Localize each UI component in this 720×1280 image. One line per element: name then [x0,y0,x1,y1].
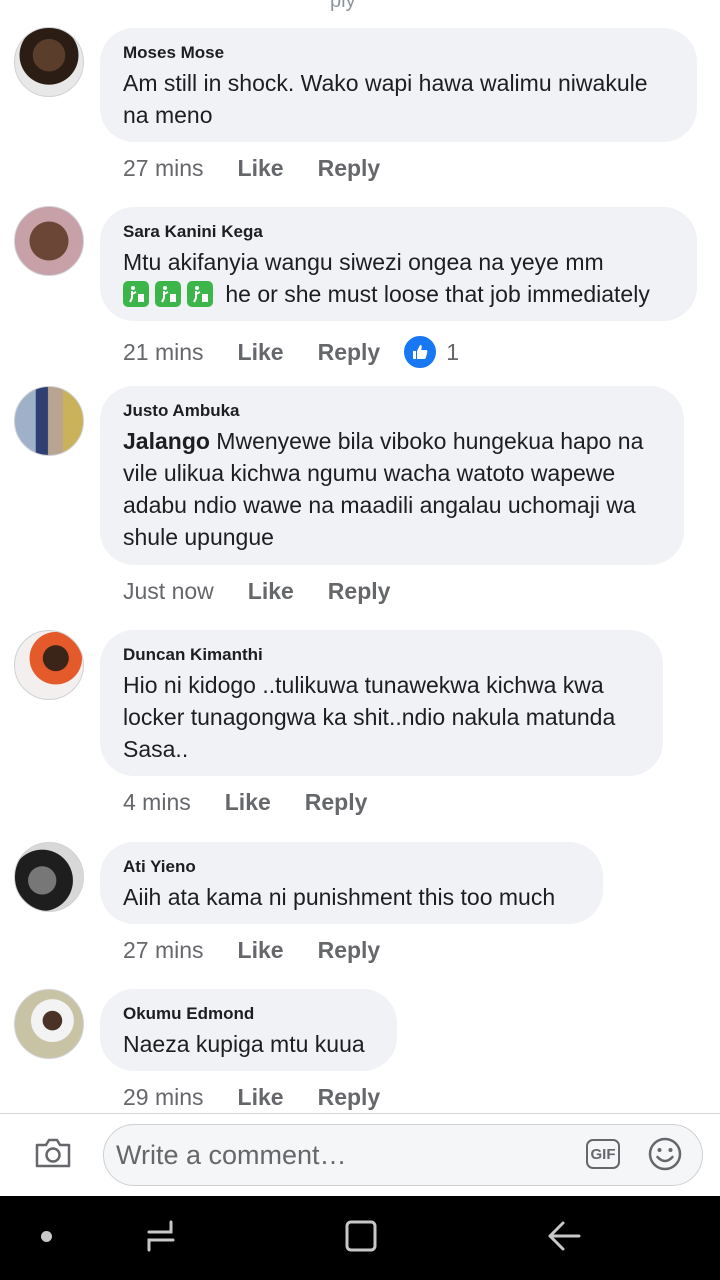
comment-time[interactable]: 27 mins [123,155,204,182]
commenter-name[interactable]: Duncan Kimanthi [123,644,641,666]
thumbs-up-icon [402,334,439,370]
reaction-count: 1 [446,338,460,365]
comment-time[interactable]: Just now [123,578,214,605]
like-button[interactable]: Like [238,937,284,964]
comment-bubble[interactable]: Moses Mose Am still in shock. Wako wapi … [100,28,697,142]
system-navigation-bar [0,1196,720,1280]
comment-actions: Just now Like Reply [123,578,390,605]
commenter-name[interactable]: Justo Ambuka [123,400,662,422]
avatar[interactable] [14,206,84,276]
smiley-icon[interactable] [647,1136,683,1177]
comment-actions: 29 mins Like Reply [123,1084,380,1111]
litter-in-bin-icon [187,281,213,307]
litter-in-bin-icon [155,281,181,307]
commenter-name[interactable]: Sara Kanini Kega [123,221,675,243]
commenter-name[interactable]: Moses Mose [123,42,675,64]
home-icon[interactable] [345,1218,377,1259]
like-button[interactable]: Like [238,1084,284,1111]
avatar[interactable] [14,630,84,700]
comment-text-rest: he or she must loose that job immediatel… [225,281,650,307]
back-arrow-icon[interactable] [547,1220,581,1257]
avatar[interactable] [14,386,84,456]
comment-text: Hio ni kidogo ..tulikuwa tunawekwa kichw… [123,672,616,762]
commenter-name[interactable]: Okumu Edmond [123,1003,375,1025]
avatar[interactable] [14,842,84,912]
commenter-name[interactable]: Ati Yieno [123,856,581,878]
litter-in-bin-icon [123,281,149,307]
comment-text: Am still in shock. Wako wapi hawa walimu… [123,70,648,128]
comment-input[interactable]: Write a comment… GIF [103,1124,703,1186]
comment-bubble[interactable]: Sara Kanini Kega Mtu akifanyia wangu siw… [100,207,697,321]
comment-text: Aiih ata kama ni punishment this too muc… [123,884,556,910]
comment-text: Mtu akifanyia wangu siwezi ongea na yeye… [123,246,675,310]
comment-bubble[interactable]: Duncan Kimanthi Hio ni kidogo ..tulikuwa… [100,630,663,776]
avatar[interactable] [14,27,84,97]
comment-time[interactable]: 27 mins [123,937,204,964]
mention-link[interactable]: Jalango [123,428,210,454]
comment-text: Naeza kupiga mtu kuua [123,1031,365,1057]
comment-text: Jalango Mwenyewe bila viboko hungekua ha… [123,425,662,553]
comments-feed: ply Moses Mose Am still in shock. Wako w… [0,0,720,1113]
comment-time[interactable]: 21 mins [123,339,204,366]
reply-button[interactable]: Reply [318,937,381,964]
like-button[interactable]: Like [248,578,294,605]
comment-text-line2: he or she must loose that job immediatel… [123,278,675,310]
like-button[interactable]: Like [238,155,284,182]
comment-bubble[interactable]: Okumu Edmond Naeza kupiga mtu kuua [100,989,397,1071]
reply-button[interactable]: Reply [318,339,381,366]
avatar[interactable] [14,989,84,1059]
gif-icon[interactable]: GIF [586,1139,620,1169]
like-button[interactable]: Like [238,339,284,366]
reaction-summary[interactable]: 1 [402,334,459,370]
comment-actions: 21 mins Like Reply 1 [123,334,459,370]
assistant-dot-icon[interactable] [41,1231,52,1242]
comment-actions: 4 mins Like Reply [123,789,367,816]
comment-time[interactable]: 29 mins [123,1084,204,1111]
comment-composer: Write a comment… GIF [0,1114,720,1196]
comment-actions: 27 mins Like Reply [123,937,380,964]
reply-button[interactable]: Reply [328,578,391,605]
like-button[interactable]: Like [225,789,271,816]
cut-off-reply-link[interactable]: ply [330,0,390,12]
recent-apps-icon[interactable] [145,1218,177,1259]
reply-button[interactable]: Reply [318,155,381,182]
reply-button[interactable]: Reply [318,1084,381,1111]
comment-time[interactable]: 4 mins [123,789,191,816]
comment-bubble[interactable]: Justo Ambuka Jalango Mwenyewe bila vibok… [100,386,684,565]
comment-input-placeholder: Write a comment… [116,1140,347,1170]
comment-text-line: Mtu akifanyia wangu siwezi ongea na yeye… [123,249,604,275]
camera-icon[interactable] [33,1133,73,1173]
comment-actions: 27 mins Like Reply [123,155,380,182]
comment-bubble[interactable]: Ati Yieno Aiih ata kama ni punishment th… [100,842,603,924]
reply-button[interactable]: Reply [305,789,368,816]
